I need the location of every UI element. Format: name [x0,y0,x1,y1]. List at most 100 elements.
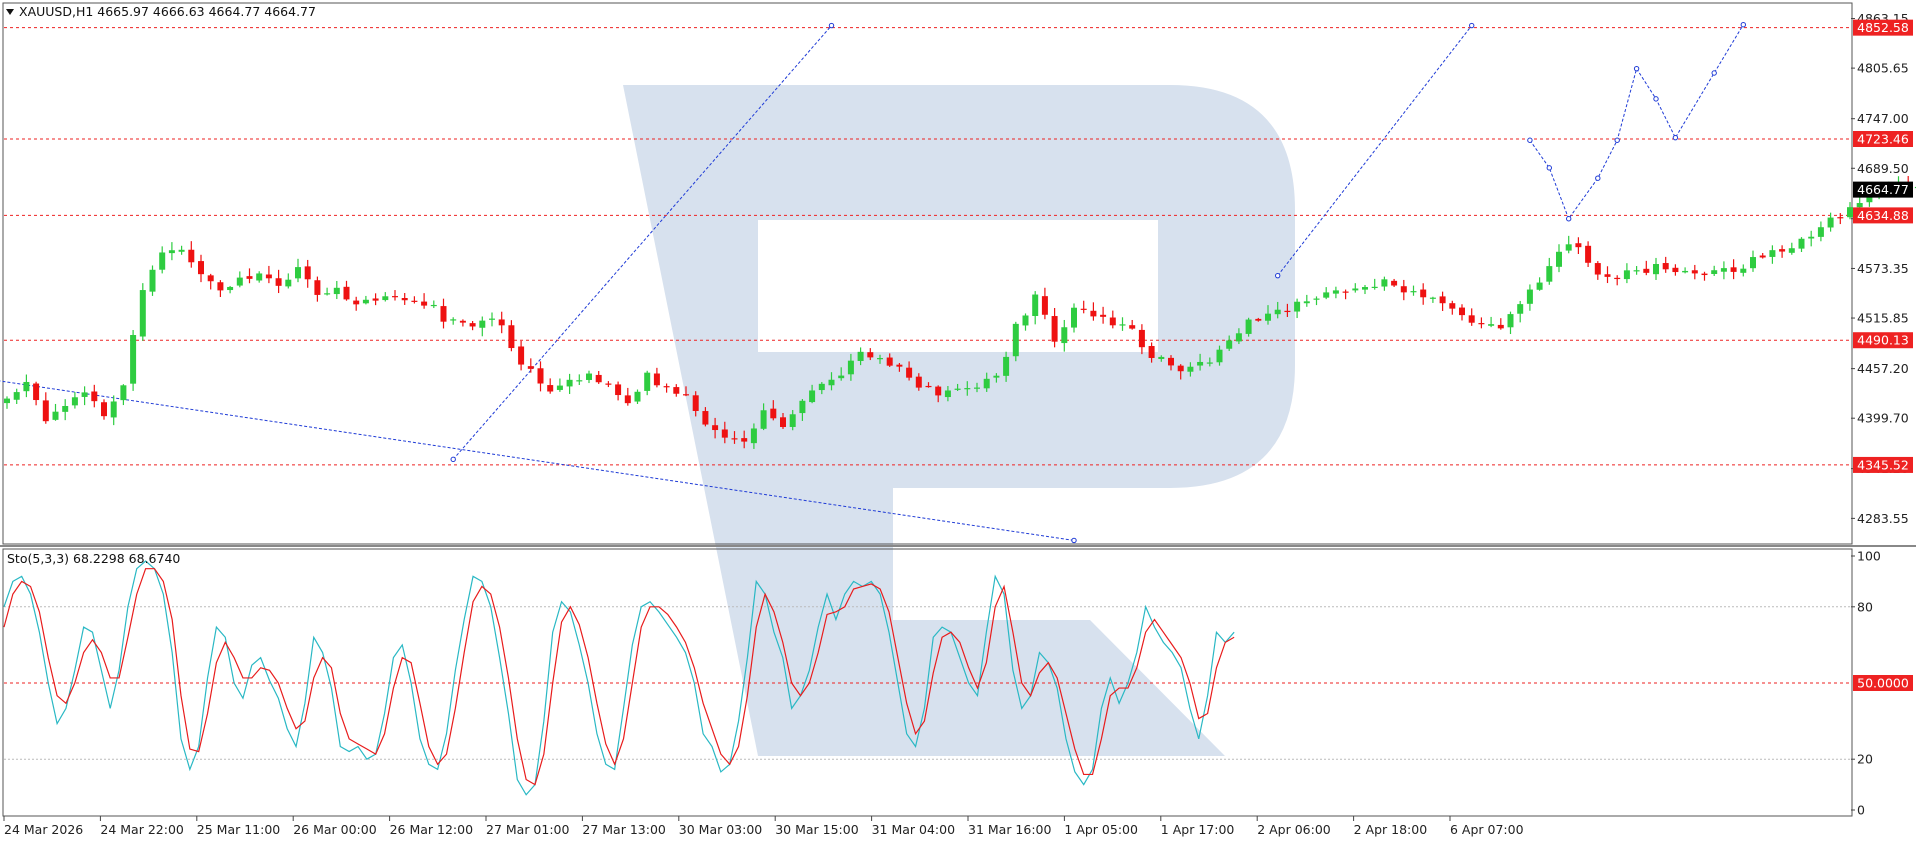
forecast-node[interactable] [1546,165,1553,171]
forecast-node[interactable] [1633,65,1640,72]
candle[interactable] [304,259,311,288]
candle[interactable] [586,370,592,384]
candle[interactable] [139,283,146,341]
candle[interactable] [1623,263,1630,284]
forecast-node[interactable] [1711,70,1717,76]
candle[interactable] [1381,276,1388,291]
trend-anchor[interactable] [1469,22,1475,29]
candle[interactable] [1391,278,1398,287]
candle[interactable] [62,399,69,421]
candle[interactable] [265,265,272,284]
candle[interactable] [673,384,680,397]
candle[interactable] [653,367,660,388]
candle[interactable] [440,298,447,329]
candle[interactable] [1061,319,1068,352]
candle[interactable] [71,392,78,409]
candle[interactable] [1497,318,1504,330]
candle[interactable] [1817,221,1824,242]
candle[interactable] [1323,287,1330,300]
trend-anchor[interactable] [828,22,835,29]
candle[interactable] [159,246,166,274]
forecast-path[interactable] [1529,24,1744,220]
trend-line-2[interactable] [1277,25,1473,276]
candle[interactable] [1614,275,1621,286]
candle[interactable] [595,371,602,384]
candle[interactable] [1701,271,1708,281]
candle[interactable] [314,276,321,302]
candle[interactable] [1720,261,1727,280]
candle[interactable] [605,381,612,388]
candle[interactable] [1449,300,1456,315]
candle[interactable] [450,317,457,325]
candle[interactable] [1245,317,1252,337]
candle[interactable] [1129,319,1136,330]
candle[interactable] [1575,237,1582,255]
trend-anchor[interactable] [450,456,456,463]
candle[interactable] [1546,257,1553,285]
candle[interactable] [537,361,544,392]
candle[interactable] [1362,284,1368,295]
candle[interactable] [178,245,185,255]
candle[interactable] [168,242,175,261]
candle[interactable] [372,293,379,306]
candle[interactable] [1090,302,1097,321]
candle[interactable] [1119,317,1126,331]
candle[interactable] [217,280,224,297]
candle[interactable] [489,312,495,327]
candle[interactable] [1633,266,1640,275]
candle[interactable] [149,265,156,296]
candle[interactable] [52,403,59,421]
candle[interactable] [1750,250,1756,272]
candle[interactable] [256,271,263,283]
candle[interactable] [459,319,466,327]
candle[interactable] [333,280,340,300]
forecast-node[interactable] [1614,137,1620,143]
trading-chart[interactable]: 4863.154805.654747.004689.504631.004573.… [0,0,1916,840]
candle[interactable] [469,320,476,331]
candle[interactable] [479,316,486,337]
candle[interactable] [1682,267,1689,274]
candle[interactable] [1730,259,1737,280]
candle[interactable] [198,254,204,283]
trend-anchor[interactable] [1071,537,1077,544]
candle[interactable] [110,395,117,426]
candle[interactable] [547,378,554,394]
candle[interactable] [236,271,243,288]
chevron-down-icon[interactable] [6,9,14,15]
candle[interactable] [81,386,88,406]
candle[interactable] [411,296,418,304]
candle[interactable] [615,381,622,401]
forecast-node[interactable] [1672,134,1679,141]
candle[interactable] [1468,308,1475,326]
candle[interactable] [401,292,408,305]
candle[interactable] [1478,317,1485,329]
candle[interactable] [343,280,350,301]
candle[interactable] [1556,244,1562,273]
candle[interactable] [1400,279,1407,301]
candle[interactable] [1332,286,1339,299]
candle[interactable] [1352,283,1359,293]
candle[interactable] [392,290,398,301]
candle[interactable] [518,340,525,371]
candle[interactable] [91,384,98,408]
candle[interactable] [566,373,573,394]
candle[interactable] [1410,285,1417,296]
candle[interactable] [1779,245,1786,258]
candle[interactable] [1080,300,1087,314]
candle[interactable] [207,273,214,290]
candle[interactable] [1071,303,1077,333]
candle[interactable] [1507,311,1514,335]
candle[interactable] [353,296,360,311]
candle[interactable] [1342,289,1349,300]
candle[interactable] [1371,278,1378,290]
candle[interactable] [382,292,389,302]
candle[interactable] [1798,237,1805,252]
candle[interactable] [1459,304,1465,321]
candle[interactable] [508,320,515,352]
candle[interactable] [556,378,563,392]
candle[interactable] [1138,324,1145,355]
candle[interactable] [130,330,137,391]
candle[interactable] [1711,265,1718,276]
candle[interactable] [120,384,127,406]
candle[interactable] [13,388,20,404]
